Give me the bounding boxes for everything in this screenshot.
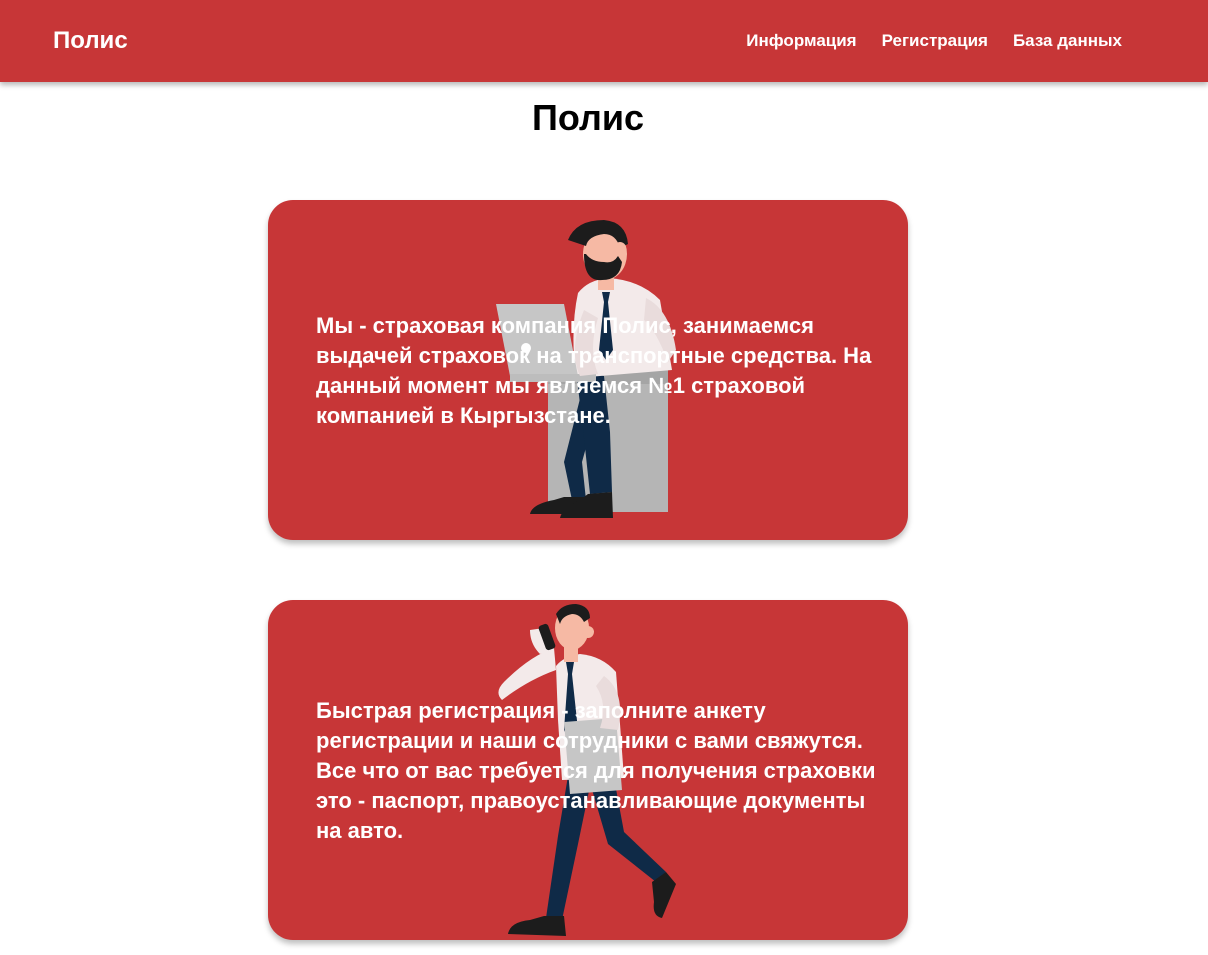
navbar: Полис Информация Регистрация База данных	[0, 0, 1208, 82]
brand-logo-link[interactable]: Полис	[53, 27, 128, 55]
nav-link-database[interactable]: База данных	[1013, 31, 1122, 51]
card-about-text: Мы - страховая компания Полис, занимаемс…	[316, 313, 872, 428]
nav-links: Информация Регистрация База данных	[746, 31, 1122, 51]
card-registration-text: Быстрая регистрация - заполните анкету р…	[316, 698, 876, 843]
info-card-registration: Быстрая регистрация - заполните анкету р…	[268, 600, 908, 940]
info-card-about: Мы - страховая компания Полис, занимаемс…	[268, 200, 908, 540]
page-title: Полис	[532, 97, 644, 138]
nav-link-info[interactable]: Информация	[746, 31, 856, 51]
nav-link-registration[interactable]: Регистрация	[882, 31, 988, 51]
